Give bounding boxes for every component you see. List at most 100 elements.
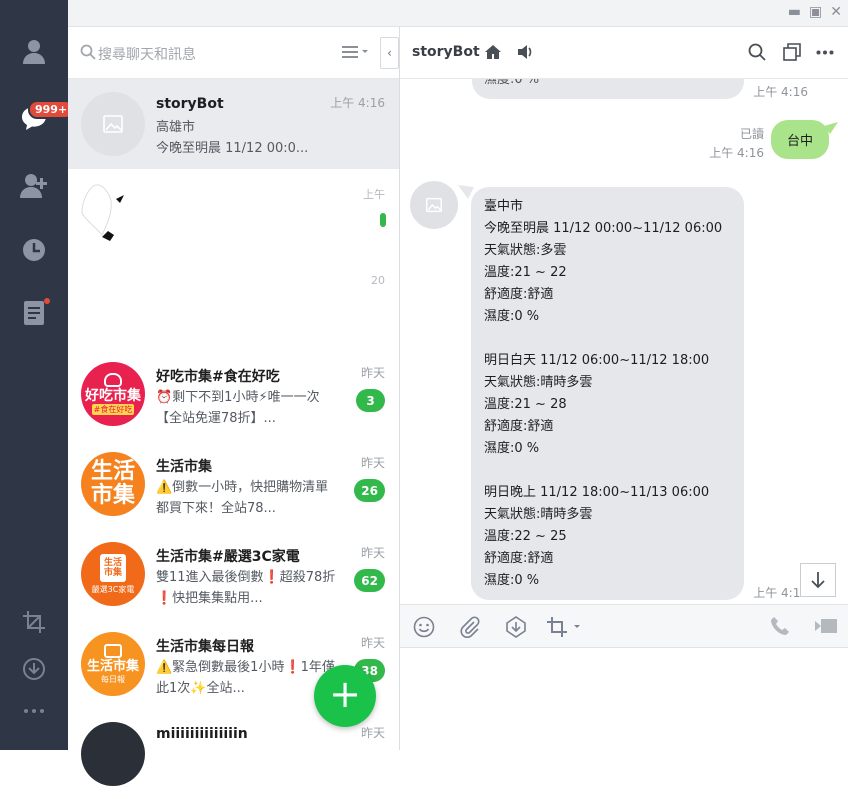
message-line: 濕度:0 % [484, 441, 540, 456]
collapse-list-button[interactable]: ‹ [380, 37, 399, 69]
avatar: 生活 市集 嚴選3C家電 [81, 542, 145, 606]
call-icon[interactable] [770, 616, 790, 636]
message-line: 濕度:0 % [484, 309, 540, 324]
download-icon[interactable] [19, 654, 49, 684]
chat-preview: 雙11進入最後倒數❗超殺78折❗快把集集點用... [156, 570, 336, 606]
obscured-avatar [81, 184, 124, 241]
avatar: 好吃市集 #食在好吃 [81, 362, 145, 426]
message-bubble-incoming: 臺中市今晚至明晨 11/12 00:00~11/12 06:00 天氣狀態:多雲溫… [471, 187, 744, 600]
chat-name: 好吃市集#食在好吃 [156, 369, 280, 385]
list-menu-icon[interactable] [342, 44, 370, 60]
more-icon[interactable] [816, 50, 834, 55]
scroll-to-bottom-button[interactable] [800, 563, 836, 597]
chat-row-obscured[interactable]: 20 [68, 259, 399, 349]
emoji-icon[interactable] [413, 616, 435, 638]
message-line: 今晚至明晨 11/12 00:00~11/12 06:00 [484, 221, 723, 236]
chat-title: storyBot [412, 44, 480, 60]
search-icon[interactable] [748, 43, 766, 61]
save-icon[interactable] [505, 616, 527, 638]
message-input[interactable] [400, 648, 848, 750]
chat-preview: ⏰剩下不到1小時⚡唯一一次【全站免運78折】... [156, 390, 320, 426]
message-bubble-outgoing: 台中 [771, 120, 829, 159]
message-line-blank [484, 460, 731, 482]
close-icon[interactable]: ✕ [830, 4, 842, 20]
arrow-down-icon [811, 572, 825, 589]
bot-avatar[interactable] [410, 181, 458, 229]
chat-list-panel: 搜尋聊天和訊息 ‹ storyBot 高雄市 今晚至明晨 11/12 00:0.… [68, 27, 400, 786]
message-bubble-incoming: 濕度:0 % [472, 79, 744, 99]
notes-dot [44, 298, 50, 304]
window-title-bar: ▬ ▣ ✕ [68, 0, 848, 27]
message-line: 天氣狀態:晴時多雲 [484, 507, 593, 522]
more-icon[interactable] [19, 696, 49, 726]
chat-row-storybot[interactable]: storyBot 高雄市 今晚至明晨 11/12 00:0... 上午 4:16 [68, 79, 399, 169]
chat-time: 上午 4:16 [330, 96, 385, 110]
album-icon[interactable] [783, 43, 801, 61]
avatar [81, 722, 145, 786]
chat-row-haochi[interactable]: 好吃市集 #食在好吃 好吃市集#食在好吃 ⏰剩下不到1小時⚡唯一一次【全站免運7… [68, 349, 399, 439]
chat-header: storyBot [400, 27, 848, 79]
message-time: 上午 4:16 [709, 146, 764, 160]
message-line: 臺中市 [484, 199, 524, 214]
chat-preview: 高雄市 今晚至明晨 11/12 00:0... [156, 120, 309, 156]
bubble-tail [824, 122, 838, 134]
avatar [81, 92, 145, 156]
message-line: 溫度:21 ~ 22 [484, 265, 567, 280]
chat-name: 生活市集 [156, 459, 212, 475]
home-icon[interactable] [484, 43, 502, 61]
video-call-icon[interactable] [814, 616, 838, 636]
message-line: 溫度:22 ~ 25 [484, 529, 567, 544]
profile-icon[interactable] [19, 36, 49, 66]
message-line: 舒適度:舒適 [484, 551, 554, 566]
chat-name: 生活市集#嚴選3C家電 [156, 549, 300, 565]
message-line: 明日白天 11/12 06:00~11/12 18:00 [484, 353, 710, 368]
obscured-time: 20 [371, 274, 385, 287]
speaker-icon[interactable] [516, 43, 534, 61]
obscured-count [380, 213, 386, 227]
search-bar[interactable]: 搜尋聊天和訊息 ‹ [68, 27, 399, 79]
chat-time: 昨天 [360, 636, 385, 650]
chat-row-3c[interactable]: 生活 市集 嚴選3C家電 生活市集#嚴選3C家電 雙11進入最後倒數❗超殺78折❗… [68, 529, 399, 619]
search-input[interactable]: 搜尋聊天和訊息 [98, 44, 196, 64]
avatar: 生活市集 每日報 [81, 632, 145, 696]
history-icon[interactable] [19, 235, 49, 265]
composer-toolbar [400, 604, 848, 648]
message-line-blank [484, 328, 731, 350]
screenshot-icon[interactable] [546, 616, 582, 638]
message-line: 天氣狀態:多雲 [484, 243, 567, 258]
crop-icon[interactable] [19, 607, 49, 637]
chat-preview: ⚠️倒數一小時，快把購物清單都買下來！全站78... [156, 480, 329, 516]
chat-name: storyBot [156, 96, 224, 112]
message-line: 舒適度:舒適 [484, 287, 554, 302]
chat-time: 昨天 [360, 366, 385, 380]
chat-name: 生活市集每日報 [156, 639, 254, 655]
search-icon [80, 44, 96, 60]
chat-messages: 濕度:0 % 上午 4:16 已讀 上午 4:16 台中 臺中市今晚至明晨 11… [400, 79, 848, 604]
chat-row-shenghuo[interactable]: 生活 市集 生活市集 ⚠️倒數一小時，快把購物清單都買下來！全站78... 昨天… [68, 439, 399, 529]
attach-icon[interactable] [459, 616, 481, 638]
chat-preview: ⚠️緊急倒數最後1小時❗1年僅此1次✨全站... [156, 660, 335, 696]
image-placeholder-icon [426, 197, 442, 213]
chat-name: miiiiiiiiiiiiiin [156, 726, 248, 742]
unread-count: 62 [354, 569, 385, 592]
unread-count: 26 [354, 479, 385, 502]
chat-time: 昨天 [360, 726, 385, 740]
new-chat-button[interactable]: + [314, 665, 376, 727]
avatar: 生活 市集 [81, 452, 145, 516]
unread-count: 3 [356, 389, 385, 412]
message-line: 溫度:21 ~ 28 [484, 397, 567, 412]
message-time: 上午 4:16 [753, 85, 808, 99]
left-rail: 999+ [0, 0, 75, 750]
chat-time: 昨天 [360, 456, 385, 470]
message-line: 明日晚上 11/12 18:00~11/13 06:00 [484, 485, 710, 500]
chat-row-obscured[interactable]: 上午 52 [68, 169, 399, 259]
image-placeholder-icon [103, 115, 123, 133]
chat-time: 昨天 [360, 546, 385, 560]
message-line: 濕度:0 % [484, 573, 540, 588]
message-line: 舒適度:舒適 [484, 419, 554, 434]
maximize-icon[interactable]: ▣ [809, 4, 822, 20]
add-friend-icon[interactable] [19, 170, 49, 200]
minimize-icon[interactable]: ▬ [788, 4, 801, 20]
message-line: 天氣狀態:晴時多雲 [484, 375, 593, 390]
read-receipt: 已讀 [739, 127, 764, 141]
